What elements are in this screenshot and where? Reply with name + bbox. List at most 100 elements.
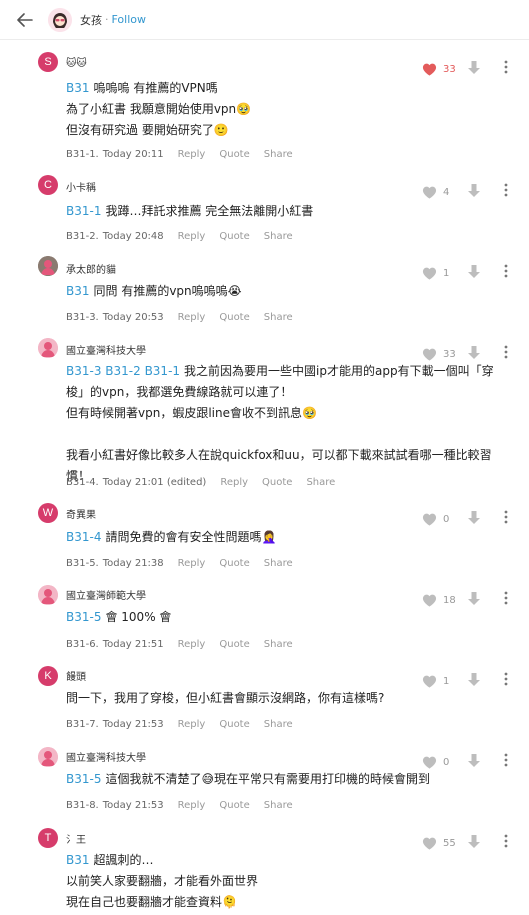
downvote-arrow-icon[interactable]: [467, 345, 481, 360]
more-options-icon[interactable]: [503, 671, 509, 687]
floor-reference-link[interactable]: B31-1: [66, 204, 101, 218]
more-options-icon[interactable]: [503, 344, 509, 360]
quote-button[interactable]: Quote: [262, 477, 292, 488]
share-button[interactable]: Share: [264, 149, 293, 160]
quote-button[interactable]: Quote: [219, 312, 249, 323]
floor-number: B31-8.: [66, 800, 99, 811]
reply-button[interactable]: Reply: [178, 231, 206, 242]
floor-reference-link[interactable]: B31-5: [66, 610, 101, 624]
downvote-arrow-icon[interactable]: [467, 591, 481, 606]
commenter-name[interactable]: 饅頭: [66, 668, 86, 683]
vote-controls: 0: [422, 510, 481, 529]
floor-reference-link[interactable]: B31: [66, 284, 90, 298]
commenter-name[interactable]: 小卡稱: [66, 179, 96, 194]
more-options-icon[interactable]: [503, 833, 509, 849]
share-button[interactable]: Share: [264, 312, 293, 323]
floor-reference-link[interactable]: B31: [66, 853, 90, 867]
comment-line: B31-5 這個我就不清楚了😅現在平常只有需要用打印機的時候會開到: [66, 769, 505, 790]
downvote-arrow-icon[interactable]: [467, 753, 481, 768]
heart-icon[interactable]: [422, 185, 437, 200]
reply-button[interactable]: Reply: [178, 639, 206, 650]
share-button[interactable]: Share: [264, 800, 293, 811]
downvote-arrow-icon[interactable]: [467, 834, 481, 849]
floor-reference-link[interactable]: B31: [66, 81, 90, 95]
heart-icon[interactable]: [422, 347, 437, 362]
heart-icon[interactable]: [422, 593, 437, 608]
quote-button[interactable]: Quote: [219, 149, 249, 160]
share-button[interactable]: Share: [264, 558, 293, 569]
downvote-button[interactable]: [457, 264, 481, 283]
commenter-name[interactable]: 奇異果: [66, 506, 96, 521]
author-avatar[interactable]: [48, 7, 72, 32]
share-button[interactable]: Share: [264, 719, 293, 730]
comment-text: 為了小紅書 我願意開始使用vpn🥹: [66, 102, 252, 116]
commenter-avatar[interactable]: T: [38, 828, 58, 848]
heart-icon[interactable]: [422, 836, 437, 851]
comment-body: B31-4 請問免費的會有安全性問題嗎🤦‍♀️: [66, 527, 505, 548]
like-count: 33: [443, 64, 456, 75]
downvote-button[interactable]: [457, 60, 481, 79]
more-options-icon[interactable]: [503, 263, 509, 279]
more-options-icon[interactable]: [503, 59, 509, 75]
avatar-figure-icon: [38, 585, 58, 605]
commenter-avatar[interactable]: W: [38, 503, 58, 523]
reply-button[interactable]: Reply: [178, 312, 206, 323]
downvote-arrow-icon[interactable]: [467, 510, 481, 525]
downvote-arrow-icon[interactable]: [467, 183, 481, 198]
commenter-name[interactable]: 國立臺灣師範大學: [66, 587, 146, 602]
commenter-avatar[interactable]: [38, 747, 58, 767]
commenter-name[interactable]: 🐱🐱: [66, 58, 87, 69]
floor-reference-link[interactable]: B31-4: [66, 530, 101, 544]
share-button[interactable]: Share: [264, 639, 293, 650]
downvote-arrow-icon[interactable]: [467, 60, 481, 75]
downvote-button[interactable]: [457, 753, 481, 772]
commenter-name[interactable]: 氵王: [66, 831, 86, 846]
comment-body: B31-5 會 100% 會: [66, 607, 505, 628]
downvote-button[interactable]: [457, 591, 481, 610]
quote-button[interactable]: Quote: [219, 639, 249, 650]
heart-icon[interactable]: [422, 755, 437, 770]
downvote-arrow-icon[interactable]: [467, 264, 481, 279]
heart-icon[interactable]: [422, 62, 437, 77]
quote-button[interactable]: Quote: [219, 231, 249, 242]
commenter-avatar[interactable]: K: [38, 666, 58, 686]
like-count: 4: [443, 187, 450, 198]
back-arrow-icon[interactable]: [16, 11, 34, 29]
reply-button[interactable]: Reply: [178, 558, 206, 569]
quote-button[interactable]: Quote: [219, 719, 249, 730]
commenter-name[interactable]: 承太郎的貓: [66, 261, 116, 276]
downvote-button[interactable]: [457, 672, 481, 691]
reply-button[interactable]: Reply: [178, 149, 206, 160]
more-options-icon[interactable]: [503, 509, 509, 525]
reply-button[interactable]: Reply: [220, 477, 248, 488]
more-options-icon[interactable]: [503, 182, 509, 198]
more-options-icon[interactable]: [503, 590, 509, 606]
quote-button[interactable]: Quote: [219, 800, 249, 811]
downvote-button[interactable]: [457, 834, 481, 853]
commenter-avatar[interactable]: [38, 256, 58, 276]
floor-reference-link[interactable]: B31-3 B31-2 B31-1: [66, 364, 180, 378]
reply-button[interactable]: Reply: [178, 719, 206, 730]
follow-button[interactable]: Follow: [112, 13, 147, 26]
timestamp: Today 20:48: [102, 231, 164, 242]
more-options-icon[interactable]: [503, 752, 509, 768]
downvote-arrow-icon[interactable]: [467, 672, 481, 687]
quote-button[interactable]: Quote: [219, 558, 249, 569]
downvote-button[interactable]: [457, 183, 481, 202]
downvote-button[interactable]: [457, 510, 481, 529]
commenter-name[interactable]: 國立臺灣科技大學: [66, 749, 146, 764]
reply-button[interactable]: Reply: [178, 800, 206, 811]
commenter-name[interactable]: 國立臺灣科技大學: [66, 342, 146, 357]
share-button[interactable]: Share: [264, 231, 293, 242]
downvote-button[interactable]: [457, 345, 481, 364]
heart-icon[interactable]: [422, 674, 437, 689]
share-button[interactable]: Share: [306, 477, 335, 488]
commenter-avatar[interactable]: C: [38, 175, 58, 195]
floor-reference-link[interactable]: B31-5: [66, 772, 101, 786]
heart-icon[interactable]: [422, 266, 437, 281]
commenter-avatar[interactable]: S: [38, 52, 58, 72]
heart-icon[interactable]: [422, 512, 437, 527]
comment-text: 我蹲…拜託求推薦 完全無法離開小紅書: [105, 204, 314, 218]
commenter-avatar[interactable]: [38, 338, 58, 358]
commenter-avatar[interactable]: [38, 585, 58, 605]
